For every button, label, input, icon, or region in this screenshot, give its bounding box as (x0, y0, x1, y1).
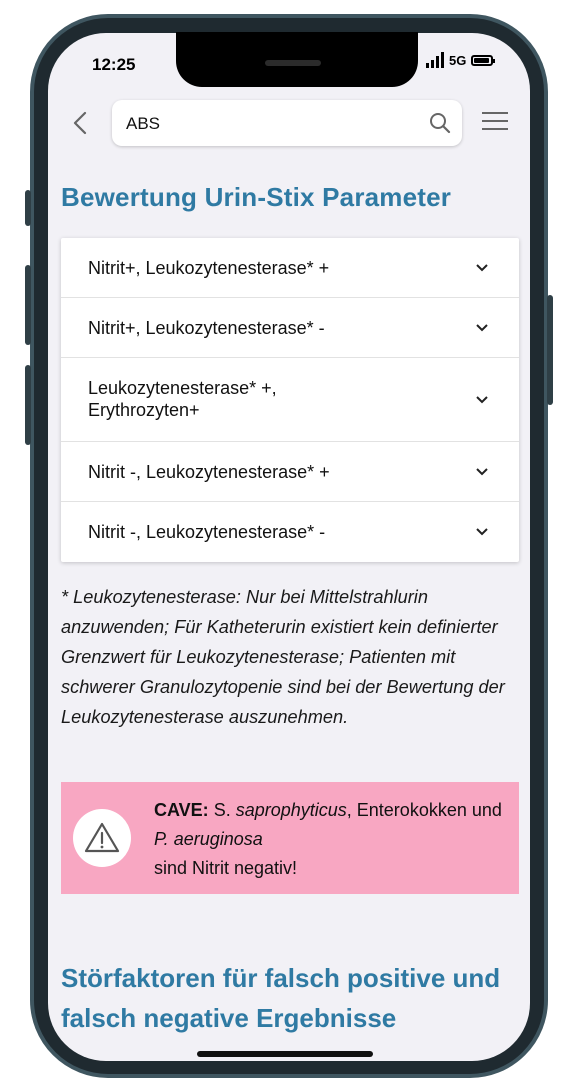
accordion-item[interactable]: Nitrit+, Leukozytenesterase* + (61, 238, 519, 298)
accordion-item-label: Nitrit+, Leukozytenesterase* + (88, 258, 330, 278)
status-indicators: 5G (426, 52, 496, 68)
cave-warning-text: CAVE: S. saprophyticus, Enterokokken und… (154, 796, 504, 883)
accordion-item[interactable]: Leukozytenesterase* +, Erythrozyten+ (61, 358, 519, 442)
accordion-item-label: Nitrit -, Leukozytenesterase* + (88, 462, 330, 482)
cave-part2: , Enterokokken und (346, 800, 502, 820)
cave-part1: S. (213, 800, 231, 820)
hamburger-menu-icon[interactable] (482, 112, 508, 136)
cave-prefix: CAVE: (154, 800, 209, 820)
volume-down-button (25, 365, 31, 445)
chevron-down-icon (476, 264, 488, 272)
search-icon[interactable] (428, 111, 452, 135)
cave-organism2-genus: P. (154, 829, 169, 849)
cave-organism1: saprophyticus (235, 800, 347, 820)
speaker-grille (265, 60, 321, 66)
warning-icon-circle (73, 809, 131, 867)
signal-icon (426, 52, 444, 68)
accordion-item-label: Leukozytenesterase* +, Erythrozyten+ (88, 378, 277, 420)
back-button[interactable] (66, 108, 96, 138)
section-title: Bewertung Urin-Stix Parameter (61, 182, 452, 212)
cave-part3: sind Nitrit negativ! (154, 858, 298, 878)
power-button (547, 295, 553, 405)
accordion-item[interactable]: Nitrit -, Leukozytenesterase* - (61, 502, 519, 562)
chevron-down-icon (476, 324, 488, 332)
chevron-down-icon (476, 396, 488, 404)
section-title-2: Störfaktoren für falsch positive und fal… (61, 963, 501, 1033)
network-type: 5G (449, 52, 467, 68)
phone-side-button (25, 190, 31, 226)
battery-icon (471, 54, 496, 66)
accordion-item[interactable]: Nitrit+, Leukozytenesterase* - (61, 298, 519, 358)
chevron-down-icon (476, 528, 488, 536)
accordion-item-label: Nitrit -, Leukozytenesterase* - (88, 522, 326, 542)
accordion-item[interactable]: Nitrit -, Leukozytenesterase* + (61, 442, 519, 502)
footnote: * Leukozytenesterase: Nur bei Mittelstra… (61, 587, 505, 727)
chevron-down-icon (476, 468, 488, 476)
accordion: Nitrit+, Leukozytenesterase* + Nitrit+, … (61, 238, 519, 562)
accordion-item-label: Nitrit+, Leukozytenesterase* - (88, 318, 325, 338)
volume-up-button (25, 265, 31, 345)
status-time: 12:25 (92, 55, 136, 74)
warning-triangle-icon (84, 822, 120, 853)
cave-organism2: aeruginosa (173, 829, 263, 849)
chevron-left-icon (73, 111, 87, 135)
home-indicator[interactable] (197, 1051, 373, 1057)
search-input[interactable]: ABS (126, 114, 160, 134)
search-field[interactable]: ABS (112, 100, 462, 146)
cave-warning-box: CAVE: S. saprophyticus, Enterokokken und… (61, 782, 519, 894)
